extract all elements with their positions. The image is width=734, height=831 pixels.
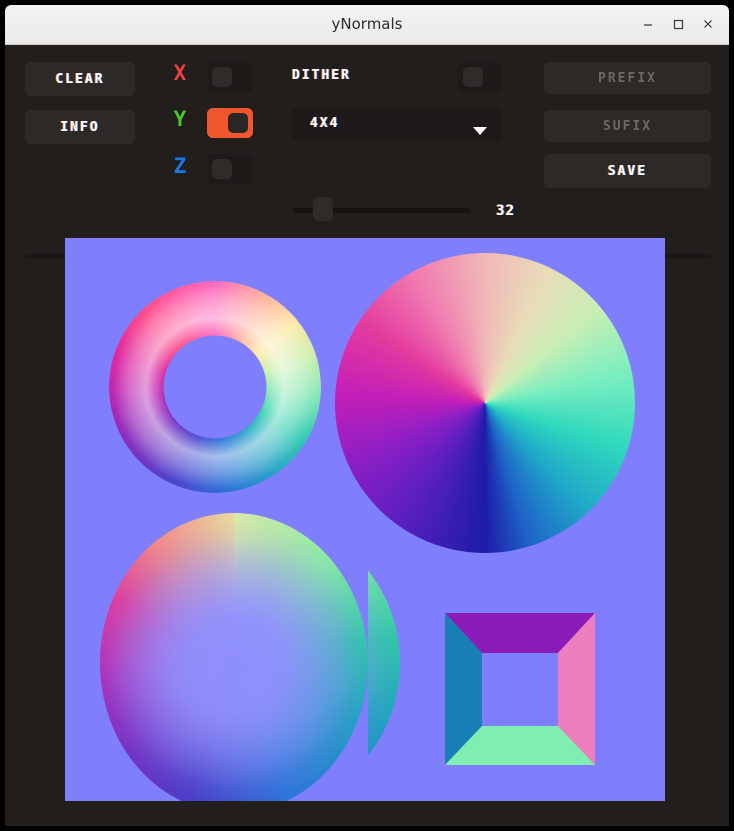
preview-canvas[interactable] xyxy=(65,238,665,801)
clear-button[interactable]: CLEAR xyxy=(25,62,135,96)
shape-cone xyxy=(335,253,635,553)
toggle-knob xyxy=(228,113,248,133)
close-icon[interactable] xyxy=(693,9,723,39)
dither-pattern-value: 4X4 xyxy=(310,116,340,131)
sphere-clip-region xyxy=(368,513,400,801)
dither-toggle[interactable] xyxy=(458,62,502,92)
window-title: yNormals xyxy=(331,15,403,33)
strength-slider[interactable] xyxy=(293,197,471,221)
axis-z-label: Z xyxy=(173,154,187,178)
prefix-button[interactable]: PREFIX xyxy=(544,62,711,94)
toolbar: CLEAR INFO X Y Z DITHER 4X4 32 PREFIX SU… xyxy=(5,45,729,267)
slider-thumb[interactable] xyxy=(313,197,333,221)
strength-value: 32 xyxy=(496,203,515,219)
maximize-icon[interactable] xyxy=(663,9,693,39)
toggle-knob xyxy=(212,159,232,179)
dither-label: DITHER xyxy=(292,68,351,83)
torus-shading xyxy=(109,281,321,493)
info-button[interactable]: INFO xyxy=(25,110,135,144)
shape-sphere-clipped xyxy=(368,513,400,801)
sufix-button[interactable]: SUFIX xyxy=(544,110,711,142)
save-button[interactable]: SAVE xyxy=(544,154,711,188)
sphere-shading xyxy=(368,513,400,801)
shape-pyramid xyxy=(445,613,595,765)
shape-sphere xyxy=(100,513,368,801)
shape-torus xyxy=(109,281,321,493)
axis-x-label: X xyxy=(173,61,187,85)
toggle-knob xyxy=(463,67,483,87)
chevron-down-icon xyxy=(472,121,488,140)
minimize-icon[interactable] xyxy=(633,9,663,39)
sphere-shading xyxy=(100,513,368,801)
app-window: yNormals CLEAR INFO X Y Z DITHER 4X4 32 … xyxy=(5,5,729,826)
title-bar: yNormals xyxy=(5,5,729,45)
toggle-knob xyxy=(212,67,232,87)
axis-y-label: Y xyxy=(173,107,187,131)
axis-x-toggle[interactable] xyxy=(207,62,253,92)
axis-y-toggle[interactable] xyxy=(207,108,253,138)
axis-z-toggle[interactable] xyxy=(207,154,253,184)
dither-pattern-dropdown[interactable]: 4X4 xyxy=(292,107,502,141)
window-controls xyxy=(633,5,723,43)
